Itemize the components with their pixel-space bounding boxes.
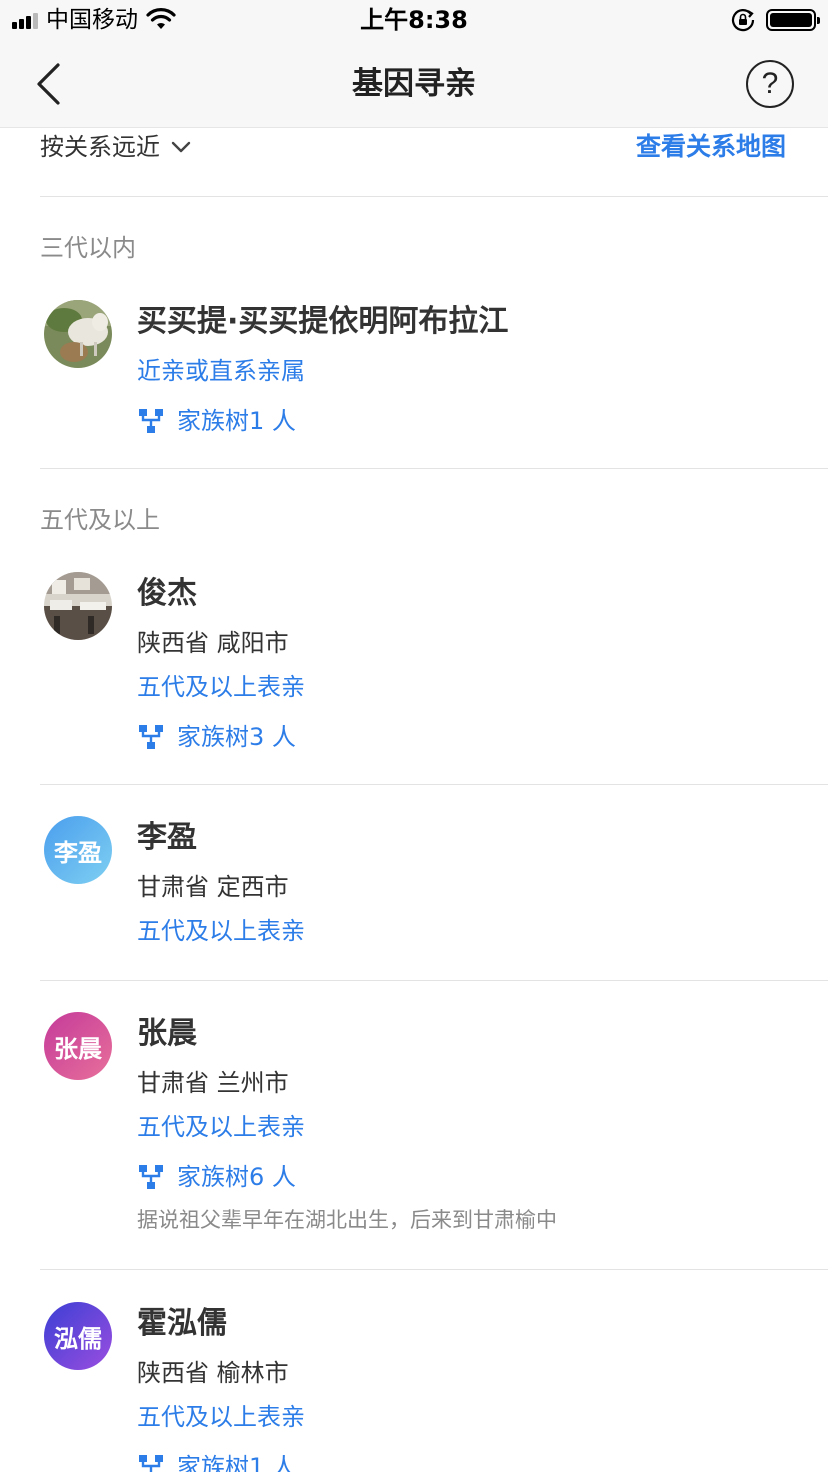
person-name: 霍泓儒 — [137, 1306, 227, 1341]
relation-label: 五代及以上表亲 — [137, 1403, 305, 1431]
person-name: 俊杰 — [137, 576, 197, 611]
filter-row: 按关系远近 查看关系地图 — [40, 128, 828, 197]
status-time: 上午8:38 — [360, 6, 468, 34]
chevron-down-icon — [171, 141, 191, 153]
family-tree-count: 家族树3 人 — [177, 723, 296, 751]
avatar: 泓儒 — [44, 1302, 112, 1370]
location-label: 陕西省 榆林市 — [137, 1359, 289, 1387]
family-tree-icon — [139, 1165, 163, 1189]
family-tree-count: 家族树1 人 — [177, 1453, 296, 1472]
section-header-within-three-generations: 三代以内 — [40, 234, 136, 262]
person-name: 买买提·买买提依明阿布拉江 — [137, 304, 509, 339]
page-title: 基因寻亲 — [352, 66, 476, 102]
family-tree-count: 家族树1 人 — [177, 407, 296, 435]
avatar: 李盈 — [44, 816, 112, 884]
location-label: 甘肃省 定西市 — [137, 873, 289, 901]
family-tree-link[interactable]: 家族树1 人 — [137, 404, 296, 438]
sort-dropdown[interactable]: 按关系远近 — [40, 130, 192, 164]
location-label: 陕西省 咸阳市 — [137, 629, 289, 657]
person-name: 李盈 — [137, 820, 197, 855]
family-tree-count: 家族树6 人 — [177, 1163, 296, 1191]
avatar — [44, 300, 112, 368]
family-tree-icon — [139, 409, 163, 433]
family-tree-link[interactable]: 家族树3 人 — [137, 720, 296, 754]
person-name: 张晨 — [137, 1016, 197, 1051]
view-relationship-map-link[interactable]: 查看关系地图 — [636, 130, 786, 164]
relation-label: 五代及以上表亲 — [137, 673, 305, 701]
list-item[interactable]: 李盈 李盈 甘肃省 定西市 五代及以上表亲 — [40, 804, 828, 981]
rotation-lock-icon — [731, 9, 755, 32]
avatar: 张晨 — [44, 1012, 112, 1080]
list-item[interactable]: 泓儒 霍泓儒 陕西省 榆林市 五代及以上表亲 家族树1 人 — [40, 1290, 828, 1472]
sort-label: 按关系远近 — [40, 133, 160, 161]
section-header-five-generations-plus: 五代及以上 — [40, 506, 160, 534]
battery-icon — [766, 9, 820, 31]
list-item[interactable]: 张晨 张晨 甘肃省 兰州市 五代及以上表亲 家族树6 人 据说祖父辈早年在湖北出… — [40, 1000, 828, 1270]
navigation-bar: 基因寻亲 ? — [0, 40, 828, 128]
note-text: 据说祖父辈早年在湖北出生，后来到甘肃榆中 — [137, 1208, 557, 1232]
relation-label: 五代及以上表亲 — [137, 917, 305, 945]
list-item[interactable]: 买买提·买买提依明阿布拉江 近亲或直系亲属 家族树1 人 — [40, 288, 828, 469]
family-tree-link[interactable]: 家族树6 人 — [137, 1160, 296, 1194]
family-tree-icon — [139, 1455, 163, 1472]
status-bar: 中国移动 上午8:38 — [0, 0, 828, 40]
help-button[interactable]: ? — [746, 60, 794, 108]
family-tree-icon — [139, 725, 163, 749]
list-item[interactable]: 俊杰 陕西省 咸阳市 五代及以上表亲 家族树3 人 — [40, 560, 828, 785]
relation-label: 近亲或直系亲属 — [137, 357, 305, 385]
location-label: 甘肃省 兰州市 — [137, 1069, 289, 1097]
status-right — [730, 8, 820, 32]
relation-label: 五代及以上表亲 — [137, 1113, 305, 1141]
family-tree-link[interactable]: 家族树1 人 — [137, 1450, 296, 1472]
avatar — [44, 572, 112, 640]
